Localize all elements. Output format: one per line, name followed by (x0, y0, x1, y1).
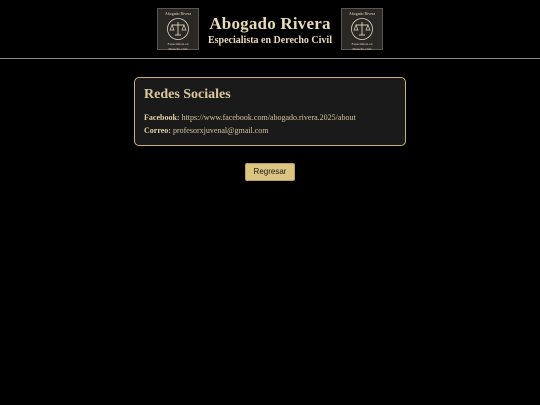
logo-bottom-text-2: Derecho civil (168, 47, 188, 51)
logo-top-text: Abogado Rivera (164, 11, 192, 16)
logo-left: Abogado Rivera Especialista en Derecho c… (157, 8, 199, 51)
facebook-link[interactable]: https://www.facebook.com/abogado.rivera.… (182, 113, 356, 122)
site-header: Abogado Rivera Especialista en Derecho c… (0, 0, 540, 59)
email-row: Correo: profesorxjuvenal@gmail.com (144, 124, 396, 137)
brand-block: Abogado Rivera Especialista en Derecho C… (200, 14, 340, 47)
facebook-label: Facebook: (144, 113, 180, 122)
scales-of-justice-icon (167, 18, 189, 40)
site-subtitle: Especialista en Derecho Civil (208, 35, 332, 46)
logo-right: Abogado Rivera Especialista en Derecho c… (341, 8, 383, 51)
logo-top-text: Abogado Rivera (348, 11, 376, 16)
social-card: Redes Sociales Facebook: https://www.fac… (134, 77, 406, 146)
email-label: Correo: (144, 126, 171, 135)
email-link[interactable]: profesorxjuvenal@gmail.com (173, 126, 269, 135)
back-button[interactable]: Regresar (245, 163, 295, 181)
card-heading: Redes Sociales (144, 87, 231, 102)
scales-of-justice-icon (351, 18, 373, 40)
logo-bottom-text-1: Especialista en (351, 42, 373, 46)
logo-bottom-text-2: Derecho civil (352, 47, 372, 51)
facebook-row: Facebook: https://www.facebook.com/aboga… (144, 111, 396, 124)
logo-bottom-text-1: Especialista en (167, 42, 189, 46)
site-title: Abogado Rivera (209, 14, 331, 33)
